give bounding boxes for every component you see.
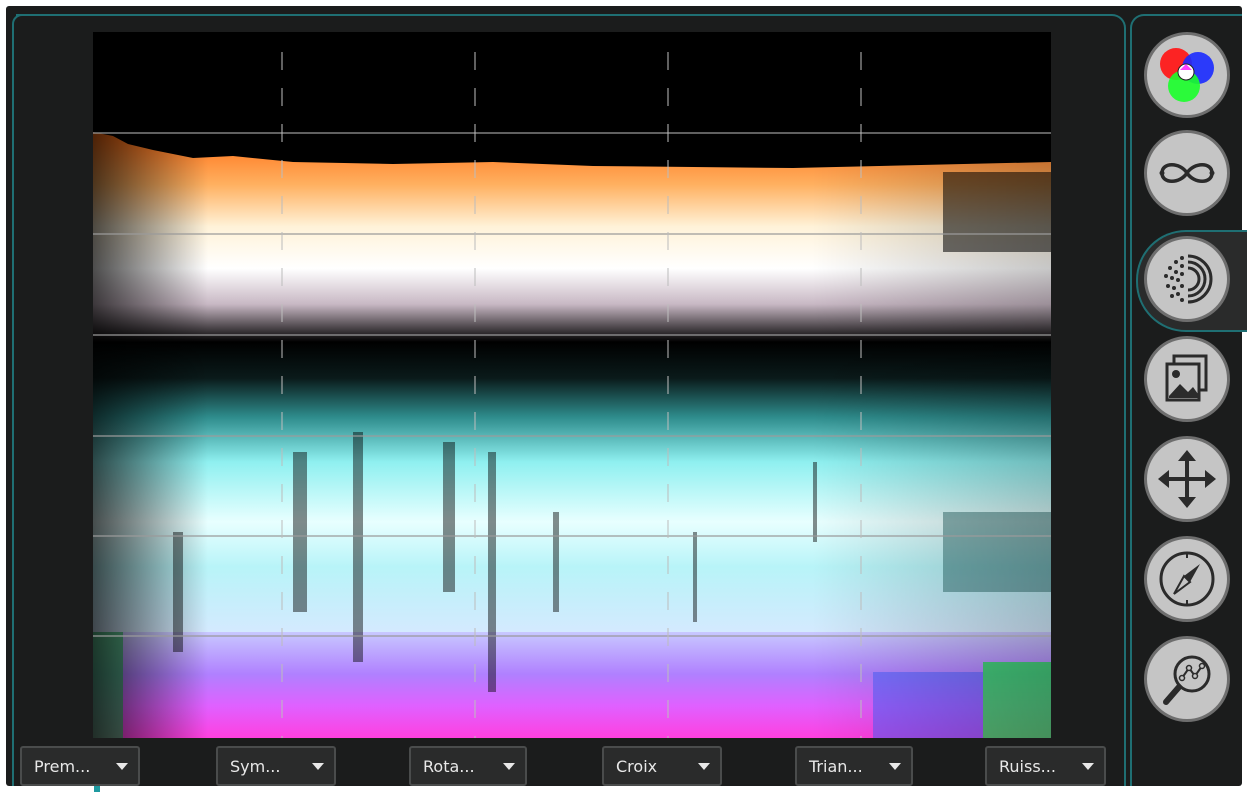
caret-down-icon: [698, 762, 710, 770]
analysis-button[interactable]: [1144, 636, 1230, 722]
spectral-mode-button[interactable]: [1144, 236, 1230, 322]
app-window: Prem... Sym... Rota... Croix Trian... Ru…: [6, 6, 1247, 792]
frame-marker: [94, 786, 100, 792]
move-button[interactable]: [1144, 436, 1230, 522]
caret-down-icon: [1082, 762, 1094, 770]
compass-icon: [1159, 551, 1215, 607]
dropdown-label: Croix: [616, 756, 658, 776]
compass-button[interactable]: [1144, 536, 1230, 622]
infinity-icon: [1159, 163, 1215, 183]
loop-button[interactable]: [1144, 130, 1230, 216]
dropdown-croix[interactable]: Croix: [602, 746, 722, 786]
color-circles-icon: [1160, 48, 1214, 102]
image-button[interactable]: [1144, 336, 1230, 422]
dropdown-ruiss[interactable]: Ruiss...: [985, 746, 1106, 786]
move-arrows-icon: [1158, 450, 1216, 508]
dropdown-label: Rota...: [423, 756, 475, 776]
dropdown-label: Trian...: [809, 756, 863, 776]
caret-down-icon: [503, 762, 515, 770]
dot-arcs-icon: [1164, 254, 1213, 304]
dropdown-sym[interactable]: Sym...: [216, 746, 336, 786]
color-mode-button[interactable]: [1144, 32, 1230, 118]
caret-down-icon: [116, 762, 128, 770]
dropdown-label: Sym...: [230, 756, 281, 776]
dropdown-label: Prem...: [34, 756, 91, 776]
spectrogram-image: [93, 32, 1051, 738]
dropdown-trian[interactable]: Trian...: [795, 746, 913, 786]
dropdown-rota[interactable]: Rota...: [409, 746, 527, 786]
dropdown-prem[interactable]: Prem...: [20, 746, 140, 786]
image-gallery-icon: [1165, 354, 1208, 402]
spectrogram-view[interactable]: [93, 32, 1051, 738]
dropdown-label: Ruiss...: [999, 756, 1056, 776]
caret-down-icon: [312, 762, 324, 770]
caret-down-icon: [889, 762, 901, 770]
search-graph-icon: [1163, 655, 1211, 705]
